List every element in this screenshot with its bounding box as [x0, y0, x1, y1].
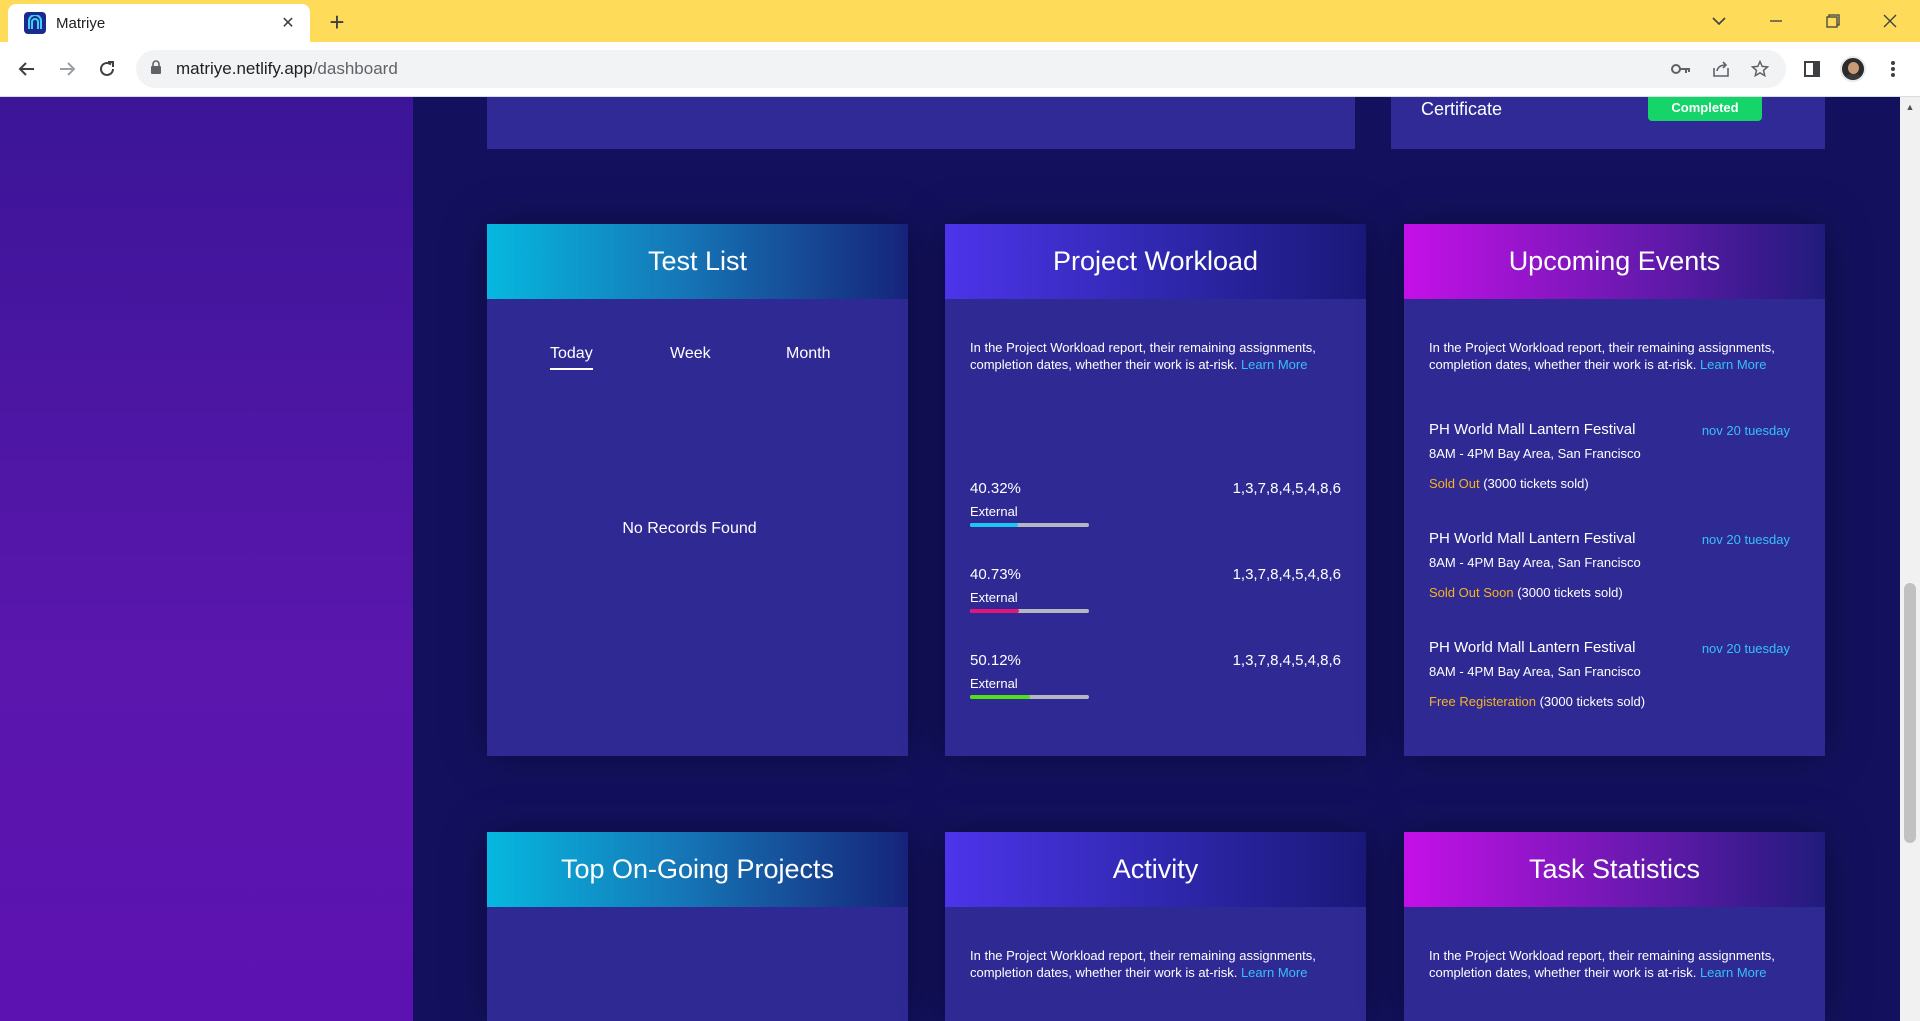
workload-percent: 40.73%	[970, 566, 1021, 583]
certificate-label: Certificate	[1421, 99, 1503, 119]
test-list-title: Test List	[487, 224, 908, 299]
top-card-left	[487, 97, 1355, 149]
activity-panel: Activity In the Project Workload report,…	[945, 832, 1366, 1021]
workload-row: 40.32% 1,3,7,8,4,5,4,8,6 External	[970, 480, 1341, 530]
activity-title: Activity	[945, 832, 1366, 907]
restore-window-icon[interactable]	[1809, 6, 1857, 36]
task-statistics-description: In the Project Workload report, their re…	[1429, 948, 1775, 980]
workload-progress-bar	[970, 523, 1089, 527]
event-tickets: (3000 tickets sold)	[1483, 476, 1589, 491]
page-scrollbar[interactable]: ▲	[1900, 97, 1920, 1021]
workload-numbers: 1,3,7,8,4,5,4,8,6	[1232, 566, 1341, 583]
workload-progress-bar	[970, 609, 1089, 613]
event-item[interactable]: PH World Mall Lantern Festival nov 20 tu…	[1429, 530, 1800, 610]
event-status: Free Registeration	[1429, 694, 1536, 709]
task-statistics-panel: Task Statistics In the Project Workload …	[1404, 832, 1825, 1021]
event-title: PH World Mall Lantern Festival	[1429, 639, 1636, 656]
event-status-line: Free Registeration (3000 tickets sold)	[1429, 694, 1645, 709]
learn-more-link[interactable]: Learn More	[1700, 965, 1766, 980]
workload-label: External	[970, 590, 1018, 605]
event-time-location: 8AM - 4PM Bay Area, San Francisco	[1429, 446, 1641, 461]
close-window-icon[interactable]	[1866, 6, 1914, 36]
event-time-location: 8AM - 4PM Bay Area, San Francisco	[1429, 555, 1641, 570]
event-time-location: 8AM - 4PM Bay Area, San Francisco	[1429, 664, 1641, 679]
event-item[interactable]: PH World Mall Lantern Festival nov 20 tu…	[1429, 421, 1800, 501]
event-date: nov 20 tuesday	[1701, 641, 1790, 656]
browser-tab-strip: Matriye ✕ +	[0, 0, 1920, 42]
tab-today[interactable]: Today	[550, 345, 593, 370]
event-status: Sold Out Soon	[1429, 585, 1514, 600]
learn-more-link[interactable]: Learn More	[1241, 965, 1307, 980]
profile-avatar[interactable]	[1838, 54, 1868, 84]
matriye-logo-icon	[24, 12, 46, 34]
workload-row: 50.12% 1,3,7,8,4,5,4,8,6 External	[970, 652, 1341, 702]
task-statistics-title: Task Statistics	[1404, 832, 1825, 907]
workload-progress-fill	[970, 609, 1019, 613]
side-panel-icon[interactable]	[1797, 54, 1827, 84]
upcoming-events-description: In the Project Workload report, their re…	[1429, 340, 1775, 372]
project-workload-panel: Project Workload In the Project Workload…	[945, 224, 1366, 756]
event-item[interactable]: PH World Mall Lantern Festival nov 20 tu…	[1429, 639, 1800, 719]
workload-percent: 50.12%	[970, 652, 1021, 669]
event-title: PH World Mall Lantern Festival	[1429, 421, 1636, 438]
tab-month[interactable]: Month	[786, 345, 830, 363]
tab-search-chevron-icon[interactable]	[1695, 6, 1743, 36]
sidebar	[0, 97, 413, 1021]
event-tickets: (3000 tickets sold)	[1539, 694, 1646, 709]
project-workload-title: Project Workload	[945, 224, 1366, 299]
event-date: nov 20 tuesday	[1701, 532, 1790, 547]
minimize-window-icon[interactable]	[1752, 6, 1800, 36]
forward-arrow-icon[interactable]	[52, 54, 82, 84]
event-status: Sold Out	[1429, 476, 1480, 491]
top-projects-panel: Top On-Going Projects	[487, 832, 908, 1021]
workload-progress-fill	[970, 695, 1030, 699]
upcoming-events-panel: Upcoming Events In the Project Workload …	[1404, 224, 1825, 756]
completed-badge: Completed	[1648, 97, 1762, 121]
key-icon[interactable]	[1670, 58, 1692, 80]
workload-label: External	[970, 676, 1018, 691]
scrollbar-thumb[interactable]	[1904, 583, 1916, 843]
back-arrow-icon[interactable]	[12, 54, 42, 84]
url-text: matriye.netlify.app/dashboard	[176, 59, 398, 78]
event-status-line: Sold Out (3000 tickets sold)	[1429, 476, 1589, 491]
top-projects-title: Top On-Going Projects	[487, 832, 908, 907]
new-tab-button[interactable]: +	[322, 8, 352, 38]
reload-icon[interactable]	[92, 54, 122, 84]
workload-progress-bar	[970, 695, 1089, 699]
close-tab-icon[interactable]: ✕	[278, 13, 298, 33]
tab-week[interactable]: Week	[670, 345, 711, 363]
learn-more-link[interactable]: Learn More	[1700, 357, 1766, 372]
workload-numbers: 1,3,7,8,4,5,4,8,6	[1232, 652, 1341, 669]
workload-progress-fill	[970, 523, 1018, 527]
workload-row: 40.73% 1,3,7,8,4,5,4,8,6 External	[970, 566, 1341, 616]
workload-percent: 40.32%	[970, 480, 1021, 497]
workload-label: External	[970, 504, 1018, 519]
scroll-up-icon[interactable]: ▲	[1904, 101, 1916, 113]
test-list-tabs: Today Week Month	[487, 345, 908, 371]
share-icon[interactable]	[1710, 58, 1732, 80]
browser-tab[interactable]: Matriye ✕	[8, 4, 310, 42]
lock-icon[interactable]	[150, 59, 162, 79]
project-workload-description: In the Project Workload report, their re…	[970, 340, 1316, 372]
browser-toolbar: matriye.netlify.app/dashboard	[0, 42, 1920, 97]
event-status-line: Sold Out Soon (3000 tickets sold)	[1429, 585, 1623, 600]
event-date: nov 20 tuesday	[1701, 423, 1790, 438]
learn-more-link[interactable]: Learn More	[1241, 357, 1307, 372]
test-list-panel: Test List Today Week Month No Records Fo…	[487, 224, 908, 756]
tab-title: Matriye	[56, 14, 106, 32]
address-bar[interactable]: matriye.netlify.app/dashboard	[136, 50, 1786, 88]
kebab-menu-icon[interactable]	[1878, 54, 1908, 84]
empty-state-text: No Records Found	[622, 520, 757, 537]
star-icon[interactable]	[1749, 58, 1771, 80]
activity-description: In the Project Workload report, their re…	[970, 948, 1316, 980]
event-title: PH World Mall Lantern Festival	[1429, 530, 1636, 547]
page-viewport: Certificate Completed Test List Today We…	[0, 97, 1920, 1021]
workload-numbers: 1,3,7,8,4,5,4,8,6	[1232, 480, 1341, 497]
event-tickets: (3000 tickets sold)	[1517, 585, 1623, 600]
upcoming-events-title: Upcoming Events	[1404, 224, 1825, 299]
